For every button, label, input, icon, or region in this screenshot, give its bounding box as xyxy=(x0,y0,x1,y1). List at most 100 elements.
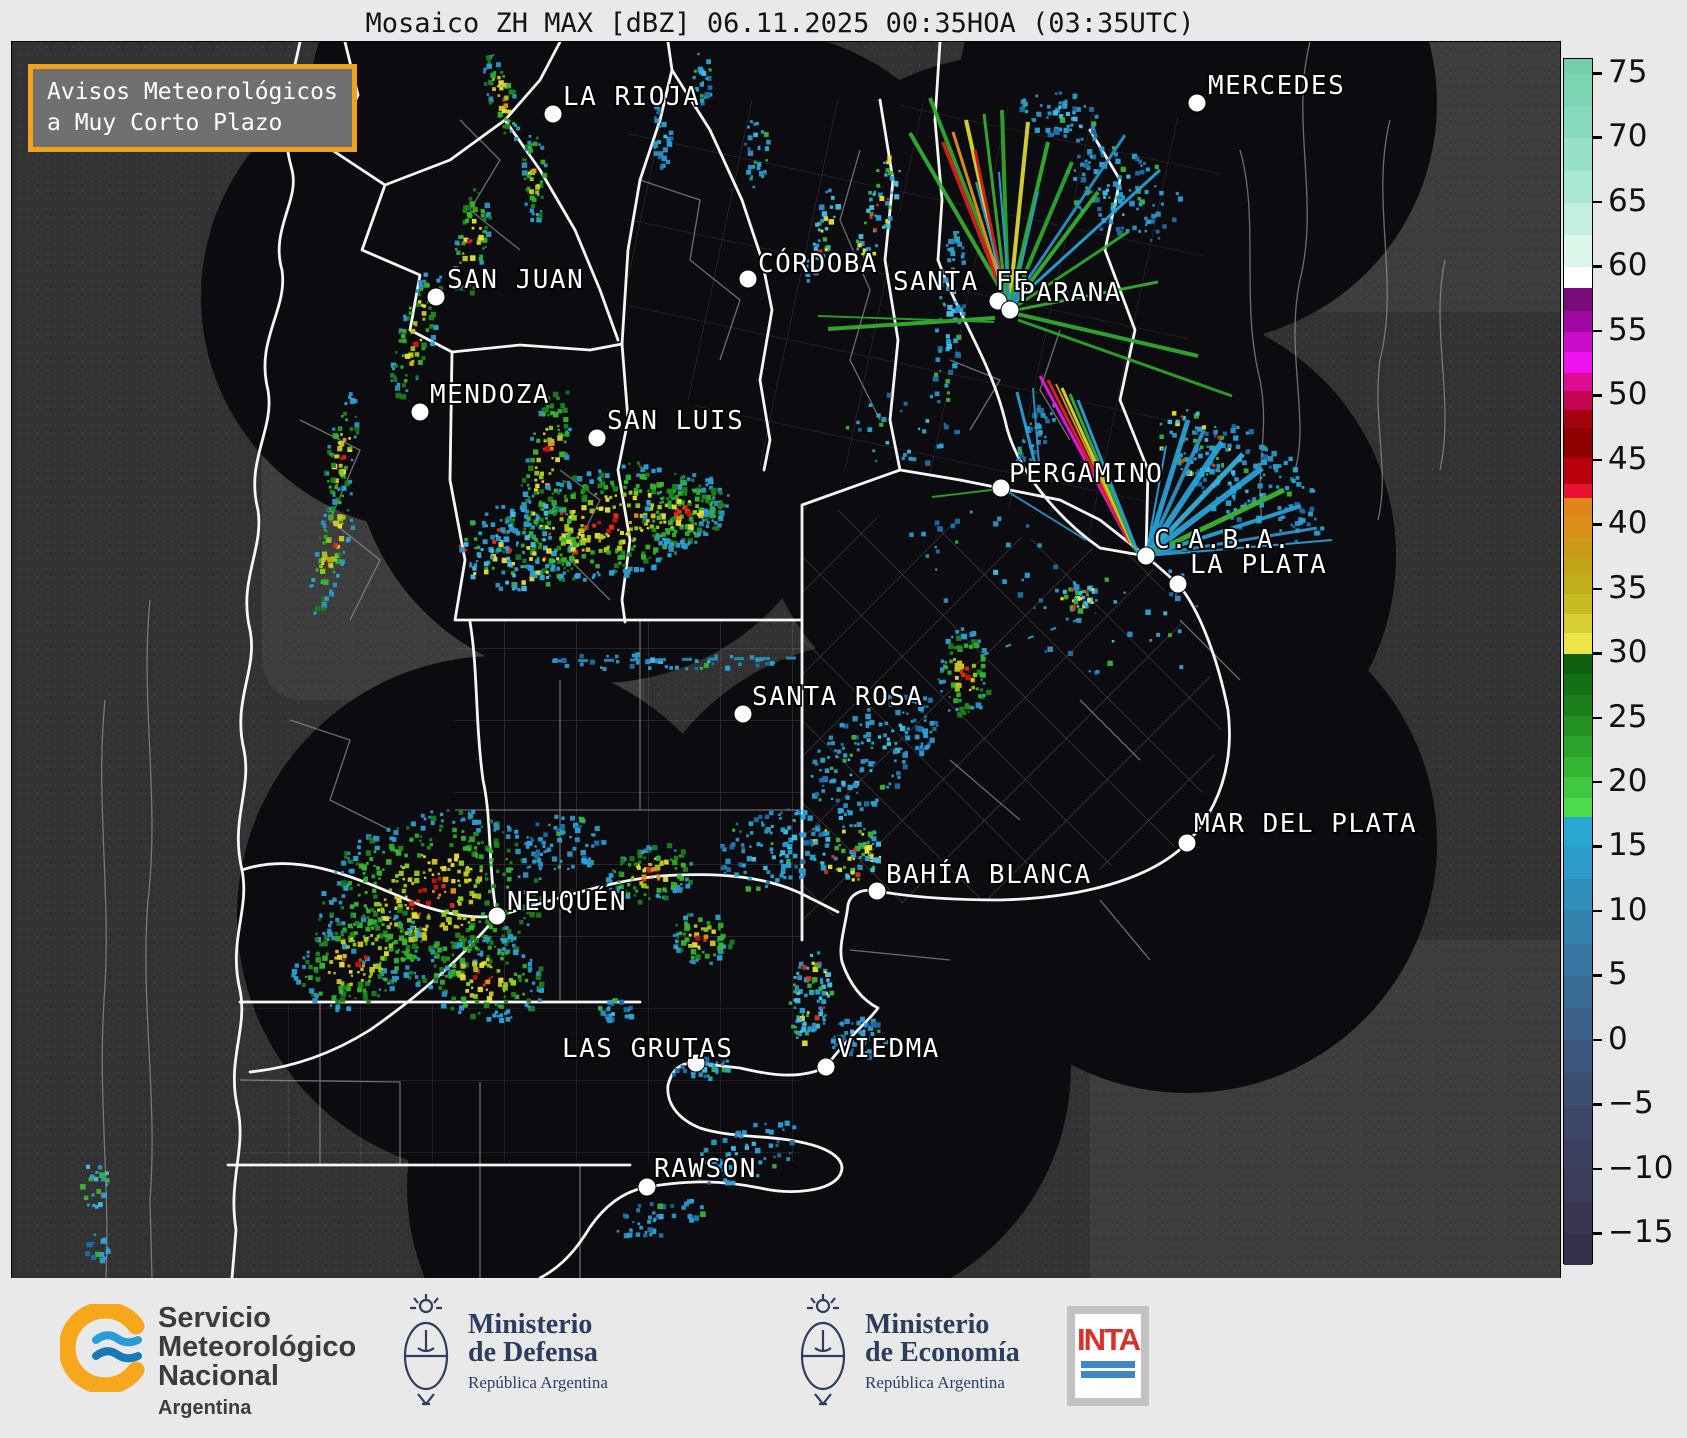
colorbar-tick-label: 0 xyxy=(1608,1020,1628,1057)
colorbar-segment xyxy=(1564,1040,1592,1073)
city-label: RAWSON xyxy=(654,1154,757,1184)
colorbar-tick-mark xyxy=(1593,780,1602,784)
colorbar-tick-mark xyxy=(1593,394,1602,397)
colorbar-tick-label: 60 xyxy=(1608,247,1648,284)
colorbar-segment xyxy=(1564,287,1592,312)
city-dot xyxy=(816,1057,836,1077)
colorbar-tick-mark xyxy=(1593,1038,1602,1042)
colorbar-segment xyxy=(1564,594,1592,614)
colorbar-segment xyxy=(1564,1104,1592,1137)
city-label: LA RIOJA xyxy=(563,82,700,112)
colorbar-tick-label: 40 xyxy=(1608,505,1648,542)
city-label: VIEDMA xyxy=(837,1034,940,1064)
colorbar-segment xyxy=(1564,73,1592,107)
smn-logo-icon xyxy=(60,1304,145,1392)
city-dot xyxy=(733,704,753,724)
page-title: Mosaico ZH MAX [dBZ] 06.11.2025 00:35HOA… xyxy=(365,8,1195,39)
colorbar-tick-label: 45 xyxy=(1608,440,1648,477)
smn-logo-block: Servicio Meteorológico Nacional Argentin… xyxy=(60,1304,356,1423)
colorbar-tick-label: 25 xyxy=(1608,698,1648,735)
colorbar-segment xyxy=(1564,736,1592,757)
colorbar-segment xyxy=(1564,555,1592,576)
radar-map: LA RIOJA MERCEDESSAN JUANCÓRDOBASANTA FEP… xyxy=(11,41,1561,1279)
city-label: CÓRDOBA xyxy=(758,247,878,279)
colorbar-segment xyxy=(1564,483,1592,498)
smn-line4: Argentina xyxy=(158,1397,252,1419)
colorbar-segment xyxy=(1564,846,1592,880)
colorbar-tick-label: −5 xyxy=(1608,1085,1654,1122)
mindef-sub: República Argentina xyxy=(468,1373,608,1392)
colorbar-segment xyxy=(1564,311,1592,332)
colorbar-segment xyxy=(1564,59,1592,74)
colorbar-tick-mark xyxy=(1593,652,1602,655)
warning-badge-line1: Avisos Meteorológicos xyxy=(47,79,338,105)
city-label: PERGAMINO xyxy=(1009,459,1163,489)
colorbar-segment xyxy=(1564,235,1592,268)
city-dot xyxy=(991,478,1011,498)
colorbar-segment xyxy=(1564,879,1592,912)
colorbar-tick-label: 10 xyxy=(1608,891,1648,928)
colorbar-tick-label: 35 xyxy=(1608,569,1648,606)
colorbar-segment xyxy=(1564,756,1592,778)
city-label: SANTA ROSA xyxy=(752,682,924,712)
warning-badge-line2: a Muy Corto Plazo xyxy=(47,110,283,137)
ministerio-defensa-block: Ministerio de Defensa República Argentin… xyxy=(398,1290,608,1414)
city-dot xyxy=(1168,574,1188,594)
colorbar-tick-mark xyxy=(1593,265,1602,268)
colorbar-segment xyxy=(1564,497,1592,518)
inta-bar xyxy=(1081,1371,1135,1378)
colorbar-segment xyxy=(1564,390,1592,411)
warning-badge: Avisos Meteorológicos a Muy Corto Plazo xyxy=(28,64,357,153)
colorbar-tick-mark xyxy=(1593,1232,1602,1235)
colorbar-segment xyxy=(1564,694,1592,716)
colorbar-segment xyxy=(1564,410,1592,429)
colorbar-segment xyxy=(1564,1169,1592,1202)
colorbar-tick-mark xyxy=(1593,136,1602,139)
colorbar-tick-label: 50 xyxy=(1608,376,1648,413)
colorbar-tick-mark xyxy=(1593,716,1602,719)
colorbar-tick-label: 30 xyxy=(1608,634,1648,671)
colorbar-segment xyxy=(1564,106,1592,139)
colorbar-segment xyxy=(1564,1233,1592,1265)
mineco-line1: Ministerio xyxy=(865,1309,990,1340)
colorbar-tick-mark xyxy=(1593,909,1602,913)
smn-line1: Servicio xyxy=(158,1302,271,1334)
city-label: SANTA FE xyxy=(893,267,1030,297)
city-dot xyxy=(738,269,758,289)
city-dot xyxy=(587,428,607,448)
dbz-colorbar xyxy=(1563,58,1593,1265)
colorbar-segment xyxy=(1564,267,1592,288)
colorbar-segment xyxy=(1564,1201,1592,1234)
colorbar-tick-label: −15 xyxy=(1608,1214,1674,1251)
colorbar-tick-label: 70 xyxy=(1608,118,1648,155)
city-label: PARANA xyxy=(1019,278,1122,308)
smn-line2: Meteorológico xyxy=(158,1331,357,1363)
colorbar-tick-mark xyxy=(1593,458,1602,462)
colorbar-segment xyxy=(1564,975,1592,1009)
inta-bar xyxy=(1081,1361,1135,1368)
city-dot xyxy=(867,881,887,901)
colorbar-tick-mark xyxy=(1593,329,1602,333)
colorbar-segment xyxy=(1564,575,1592,595)
smn-line3: Nacional xyxy=(158,1360,279,1392)
colorbar-segment xyxy=(1564,352,1592,373)
mindef-line1: Ministerio xyxy=(468,1309,593,1340)
colorbar-segment xyxy=(1564,613,1592,634)
colorbar-tick-label: 15 xyxy=(1608,827,1648,864)
coat-of-arms-icon xyxy=(800,1294,846,1406)
city-label: SAN LUIS xyxy=(607,406,744,436)
inta-wordmark: INTA xyxy=(1076,1322,1141,1357)
colorbar-tick-label: 75 xyxy=(1608,54,1648,90)
colorbar-segment xyxy=(1564,457,1592,484)
colorbar-tick-label: 20 xyxy=(1608,762,1648,799)
colorbar-segment xyxy=(1564,777,1592,799)
colorbar-segment xyxy=(1564,715,1592,737)
colorbar-tick-mark xyxy=(1593,974,1602,977)
colorbar-tick-mark xyxy=(1593,587,1602,591)
colorbar-tick-label: −10 xyxy=(1608,1149,1674,1186)
colorbar-segment xyxy=(1564,798,1592,818)
colorbar-segment xyxy=(1564,674,1592,695)
colorbar-segment xyxy=(1564,138,1592,171)
colorbar-segment xyxy=(1564,1008,1592,1041)
inta-logo: INTA xyxy=(1067,1306,1149,1406)
